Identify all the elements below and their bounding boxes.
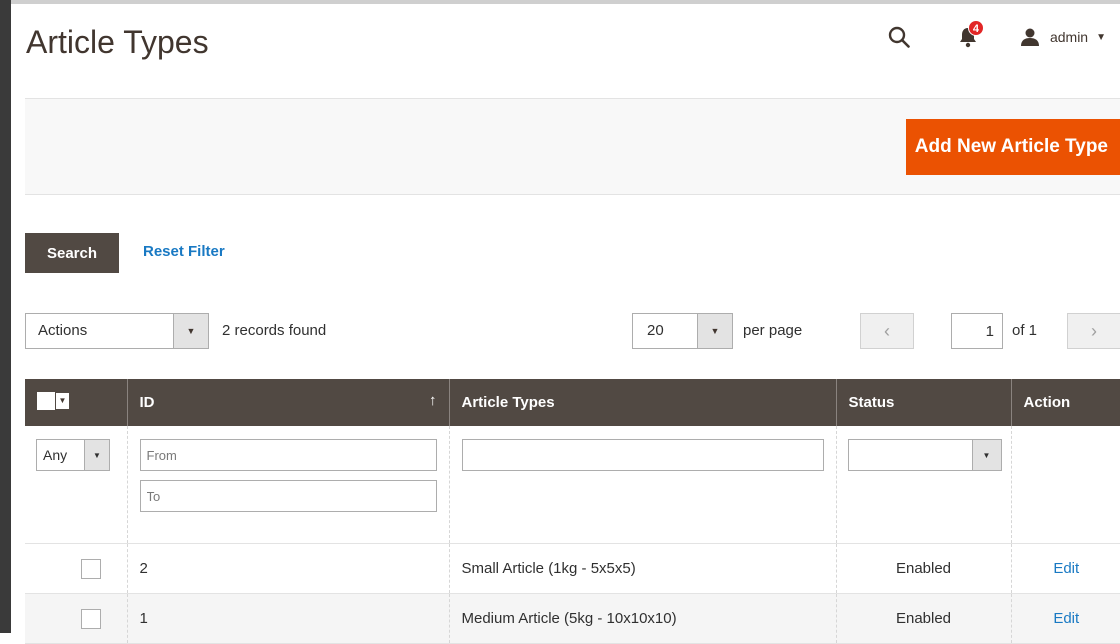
previous-page-button[interactable]: ‹ <box>860 313 914 349</box>
mass-select-control[interactable]: ▼ <box>37 391 69 410</box>
mass-select-filter[interactable]: Any ▼ <box>36 439 110 471</box>
next-page-button[interactable]: › <box>1067 313 1120 349</box>
chevron-down-icon: ▼ <box>971 440 1001 470</box>
row-select-cell <box>25 543 127 594</box>
per-page-select[interactable]: 20 ▼ <box>632 313 733 349</box>
chevron-left-icon: ‹ <box>884 320 890 341</box>
column-header-id-label: ID <box>139 394 155 411</box>
mass-actions-label: Actions <box>38 322 88 339</box>
chevron-down-icon: ▼ <box>173 314 208 348</box>
row-id: 1 <box>126 593 449 644</box>
page-content: Article Types 4 admin ▼ Add New Article … <box>13 4 1120 644</box>
sort-ascending-icon: ↑ <box>429 392 437 409</box>
records-found: 2 records found <box>222 322 327 339</box>
chevron-down-icon: ▼ <box>84 440 109 470</box>
mass-actions-select[interactable]: Actions ▼ <box>25 313 209 349</box>
user-icon <box>1020 28 1039 46</box>
checkbox-icon <box>37 391 55 410</box>
article-type-filter-input[interactable] <box>461 439 824 471</box>
mass-select-header[interactable]: ▼ <box>25 379 127 426</box>
row-checkbox[interactable] <box>81 608 101 629</box>
action-filter-cell <box>1010 426 1120 544</box>
row-article-type: Small Article (1kg - 5x5x5) <box>448 543 836 594</box>
id-from-input[interactable] <box>139 439 437 471</box>
row-select-cell <box>25 593 127 644</box>
article-type-filter-cell <box>448 426 836 544</box>
chevron-right-icon: › <box>1091 320 1097 341</box>
table-row: 1 Medium Article (5kg - 10x10x10) Enable… <box>25 593 1120 644</box>
caret-down-icon: ▼ <box>1096 31 1106 43</box>
per-page-value: 20 <box>647 322 664 339</box>
admin-user-menu[interactable]: admin ▼ <box>1020 27 1106 47</box>
grid-filter-row: Any ▼ ▼ <box>25 426 1120 544</box>
total-pages: of 1 <box>1012 322 1038 339</box>
chevron-down-icon: ▼ <box>697 314 732 348</box>
mass-select-filter-value: Any <box>43 447 68 463</box>
article-types-grid: ▼ ID ↑ Article Types Status Action Any ▼ <box>25 379 1120 644</box>
window-left-edge <box>0 0 11 633</box>
row-status: Enabled <box>835 543 1011 594</box>
column-header-article-types[interactable]: Article Types <box>448 379 836 426</box>
admin-username: admin <box>1049 29 1089 45</box>
search-icon[interactable] <box>888 26 910 48</box>
edit-link[interactable]: Edit <box>1053 610 1079 627</box>
mass-filter-cell: Any ▼ <box>25 426 127 544</box>
status-filter-select[interactable]: ▼ <box>847 439 1002 471</box>
id-filter-cell <box>126 426 449 544</box>
row-action-cell: Edit <box>1010 543 1120 594</box>
header-actions: 4 admin ▼ <box>888 20 1106 48</box>
page-title: Article Types <box>26 24 209 60</box>
reset-filter-link[interactable]: Reset Filter <box>143 243 225 260</box>
page-actions-bar: Add New Article Type <box>25 98 1120 195</box>
status-filter-cell: ▼ <box>835 426 1011 544</box>
row-article-type: Medium Article (5kg - 10x10x10) <box>448 593 836 644</box>
table-row: 2 Small Article (1kg - 5x5x5) Enabled Ed… <box>25 543 1120 594</box>
add-new-article-type-button[interactable]: Add New Article Type <box>905 119 1120 175</box>
edit-link[interactable]: Edit <box>1053 560 1079 577</box>
row-id: 2 <box>126 543 449 594</box>
id-to-input[interactable] <box>139 480 437 512</box>
notifications-button[interactable]: 4 <box>958 20 984 48</box>
row-action-cell: Edit <box>1010 593 1120 644</box>
notifications-badge: 4 <box>967 20 984 36</box>
column-header-action: Action <box>1010 379 1120 426</box>
row-checkbox[interactable] <box>81 558 101 579</box>
column-header-id[interactable]: ID ↑ <box>126 379 449 426</box>
search-button[interactable]: Search <box>25 233 119 273</box>
per-page-label: per page <box>743 322 803 339</box>
column-header-status[interactable]: Status <box>835 379 1011 426</box>
caret-down-icon: ▼ <box>56 392 69 409</box>
row-status: Enabled <box>835 593 1011 644</box>
current-page-input[interactable] <box>951 313 1003 349</box>
grid-header-row: ▼ ID ↑ Article Types Status Action <box>25 379 1120 426</box>
